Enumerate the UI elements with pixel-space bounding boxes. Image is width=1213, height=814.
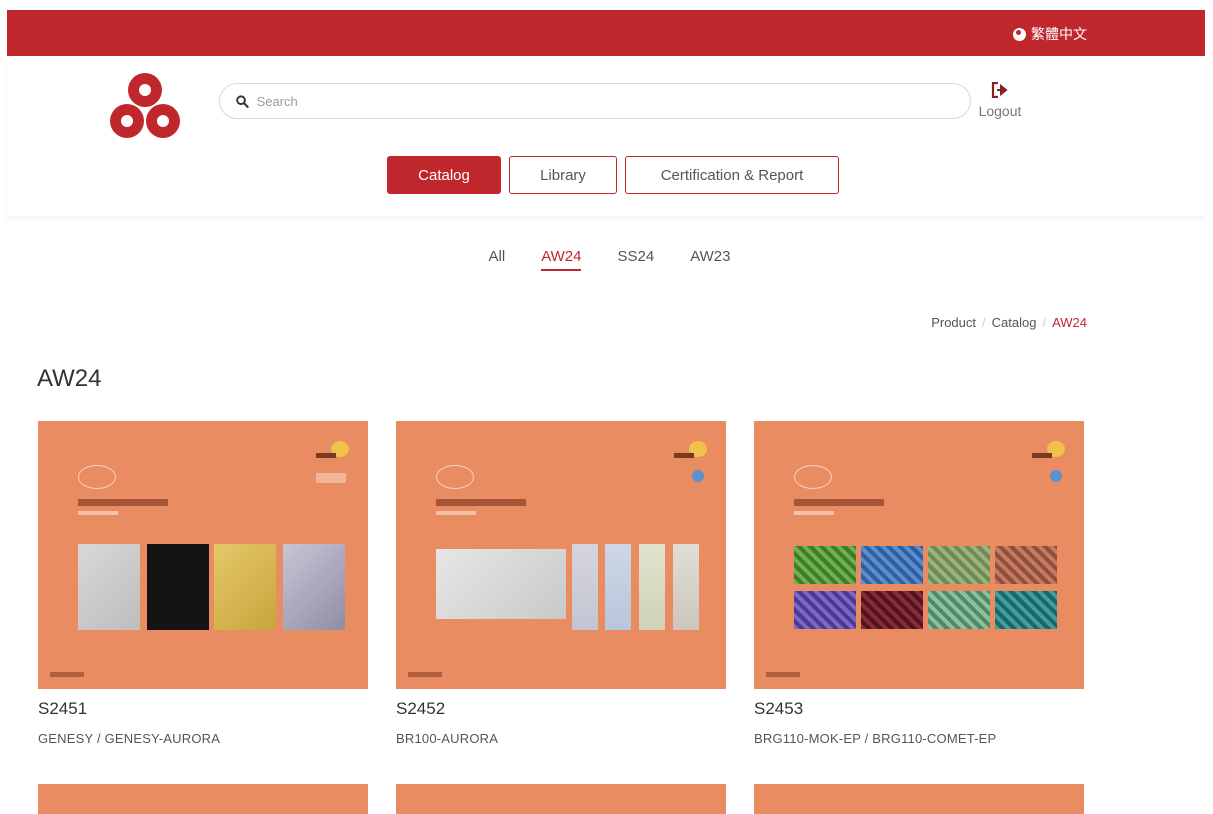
season-all[interactable]: All [489, 248, 506, 265]
swatch [861, 591, 923, 629]
breadcrumb-catalog[interactable]: Catalog [992, 315, 1037, 330]
product-code: S2451 [38, 699, 88, 718]
swatch [639, 544, 665, 630]
swatch [861, 546, 923, 584]
breadcrumb-current: AW24 [1052, 315, 1087, 330]
swatch [147, 544, 209, 630]
swatch [794, 546, 856, 584]
breadcrumb-product[interactable]: Product [931, 315, 976, 330]
tab-library[interactable]: Library [509, 156, 617, 194]
logout-label: Logout [978, 103, 1022, 119]
product-code: S2453 [754, 699, 804, 718]
catalog-logo-icon [794, 465, 832, 489]
catalog-logo-icon [436, 465, 474, 489]
search-icon [236, 94, 249, 108]
page-title: AW24 [37, 365, 102, 392]
catalog-footer-mark [50, 672, 84, 677]
catalog-title-mark [794, 499, 884, 506]
catalog-subtitle-mark [436, 511, 476, 515]
globe-icon [1013, 27, 1026, 41]
product-name: BRG110-MOK-EP / BRG110-COMET-EP [754, 731, 997, 746]
catalog-stamp [692, 470, 704, 482]
season-ss24[interactable]: SS24 [617, 248, 654, 265]
swatch [928, 591, 990, 629]
product-card[interactable]: S2451 GENESY / GENESY-AURORA [38, 421, 368, 746]
breadcrumb-separator: / [982, 315, 986, 330]
catalog-stamp [316, 473, 346, 483]
product-card[interactable] [754, 784, 1084, 814]
swatch [283, 544, 345, 630]
swatch [214, 544, 276, 630]
breadcrumb: Product / Catalog / AW24 [931, 315, 1087, 330]
swatch [995, 591, 1057, 629]
swatch [928, 546, 990, 584]
catalog-stamp [1050, 470, 1062, 482]
catalog-subtitle-mark [794, 511, 834, 515]
tab-catalog[interactable]: Catalog [387, 156, 501, 194]
brand-badge-icon [316, 441, 349, 458]
product-card[interactable] [38, 784, 368, 814]
product-name: BR100-AURORA [396, 731, 499, 746]
top-bar: 繁體中文 [7, 10, 1205, 56]
main-nav: Catalog Library Certification & Report [7, 156, 1205, 194]
swatch [995, 546, 1057, 584]
catalog-title-mark [78, 499, 168, 506]
swatch [436, 549, 566, 619]
swatch [673, 544, 699, 630]
logout-icon [991, 81, 1008, 99]
brand-logo[interactable] [102, 66, 188, 152]
header: Logout Catalog Library Certification & R… [7, 56, 1205, 216]
tab-certification-report[interactable]: Certification & Report [625, 156, 839, 194]
product-card[interactable] [396, 784, 726, 814]
product-card[interactable]: S2452 BR100-AURORA [396, 421, 726, 746]
product-thumbnail[interactable] [38, 421, 368, 689]
product-code: S2452 [396, 699, 446, 718]
swatch [605, 544, 631, 630]
catalog-title-mark [436, 499, 526, 506]
season-aw24[interactable]: AW24 [541, 248, 582, 271]
product-thumbnail[interactable] [754, 421, 1084, 689]
swatch [78, 544, 140, 630]
search-input[interactable] [254, 92, 970, 110]
swatch [572, 544, 598, 630]
catalog-footer-mark [408, 672, 442, 677]
product-name: GENESY / GENESY-AURORA [38, 731, 221, 746]
brand-badge-icon [1032, 441, 1065, 458]
catalog-footer-mark [766, 672, 800, 677]
product-thumbnail[interactable] [396, 421, 726, 689]
language-label: 繁體中文 [1031, 26, 1087, 42]
season-aw23[interactable]: AW23 [690, 248, 730, 265]
catalog-subtitle-mark [78, 511, 118, 515]
product-card[interactable]: S2453 BRG110-MOK-EP / BRG110-COMET-EP [754, 421, 1084, 746]
logout-button[interactable]: Logout [970, 81, 1030, 119]
breadcrumb-separator: / [1042, 315, 1047, 330]
swatch [794, 591, 856, 629]
language-switcher[interactable]: 繁體中文 [1013, 24, 1087, 44]
catalog-logo-icon [78, 465, 116, 489]
search-box[interactable] [219, 83, 971, 119]
brand-badge-icon [674, 441, 707, 458]
season-filter: All AW24 SS24 AW23 [0, 248, 1213, 271]
